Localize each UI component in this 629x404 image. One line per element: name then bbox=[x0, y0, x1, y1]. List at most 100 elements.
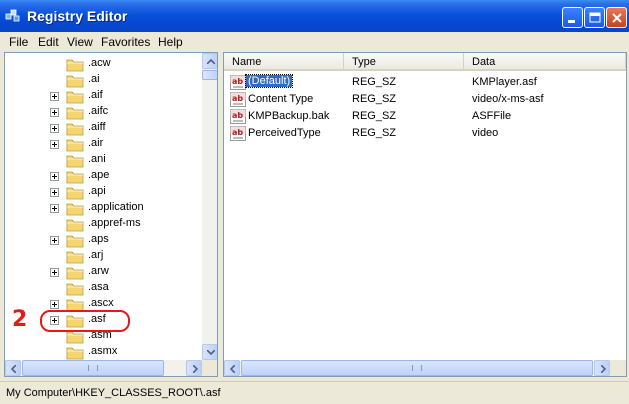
folder-icon bbox=[66, 185, 84, 200]
tree-item[interactable]: .ani bbox=[5, 152, 201, 168]
value-type: REG_SZ bbox=[352, 76, 397, 88]
tree-item[interactable]: .ai bbox=[5, 72, 201, 88]
list-horizontal-scrollbar[interactable] bbox=[224, 360, 610, 376]
svg-text:ab: ab bbox=[232, 111, 243, 120]
tree-item-label: .ascx bbox=[88, 297, 114, 309]
tree-item[interactable]: .appref-ms bbox=[5, 216, 201, 232]
folder-icon bbox=[66, 137, 84, 152]
tree-item-label: .arw bbox=[88, 265, 109, 277]
value-data: video bbox=[472, 127, 499, 139]
tree-item[interactable]: .aif bbox=[5, 88, 201, 104]
tree-item-label: .aif bbox=[88, 89, 103, 101]
folder-icon bbox=[66, 105, 84, 120]
minimize-button[interactable] bbox=[562, 7, 583, 28]
list-scroll-left-button[interactable] bbox=[224, 360, 240, 376]
tree-item[interactable]: .air bbox=[5, 136, 201, 152]
chevron-left-icon bbox=[11, 365, 16, 373]
tree-item-label: .ai bbox=[88, 73, 100, 85]
tree-item-label: .aiff bbox=[88, 121, 106, 133]
value-name: KMPBackup.bak bbox=[248, 110, 330, 122]
value-name: Content Type bbox=[248, 93, 314, 105]
status-path: My Computer\HKEY_CLASSES_ROOT\.asf bbox=[6, 387, 221, 399]
folder-icon bbox=[66, 121, 84, 136]
tree-item[interactable]: .application bbox=[5, 200, 201, 216]
expand-plus-icon[interactable] bbox=[50, 236, 59, 245]
maximize-button[interactable] bbox=[584, 7, 605, 28]
folder-icon bbox=[66, 345, 84, 360]
annotation-highlight-ring bbox=[40, 310, 130, 332]
tree-vertical-scroll-thumb[interactable] bbox=[202, 70, 217, 80]
tree-item-label: .appref-ms bbox=[88, 217, 141, 229]
chevron-left-icon bbox=[230, 365, 235, 373]
menu-bar: File Edit View Favorites Help bbox=[0, 32, 629, 51]
expand-plus-icon[interactable] bbox=[50, 188, 59, 197]
list-horizontal-scroll-thumb[interactable] bbox=[241, 360, 593, 376]
tree-item-label: .aifc bbox=[88, 105, 109, 117]
tree-item[interactable]: .asa bbox=[5, 280, 201, 296]
svg-text:ab: ab bbox=[232, 77, 243, 86]
table-row[interactable]: ab (Default) REG_SZ KMPlayer.asf bbox=[224, 74, 626, 91]
tree-vertical-scrollbar[interactable] bbox=[202, 53, 217, 360]
value-type: REG_SZ bbox=[352, 110, 397, 122]
table-row[interactable]: ab Content Type REG_SZ video/x-ms-asf bbox=[224, 91, 626, 108]
tree-item-label: .asa bbox=[88, 281, 109, 293]
tree-item-label: .ape bbox=[88, 169, 110, 181]
folder-icon bbox=[66, 153, 84, 168]
tree-item-label: .api bbox=[88, 185, 106, 197]
tree-item[interactable]: .ape bbox=[5, 168, 201, 184]
registry-values-list[interactable]: Name Type Data ab (Default) REG_SZ KMPlayer… bbox=[223, 52, 627, 377]
menu-favorites[interactable]: Favorites bbox=[101, 35, 150, 49]
tree-item[interactable]: .aiff bbox=[5, 120, 201, 136]
scrollbar-corner bbox=[202, 360, 217, 376]
column-header-type[interactable]: Type bbox=[344, 53, 464, 71]
expand-plus-icon[interactable] bbox=[50, 108, 59, 117]
expand-plus-icon[interactable] bbox=[50, 300, 59, 309]
expand-plus-icon[interactable] bbox=[50, 268, 59, 277]
tree-item-label: .ani bbox=[88, 153, 106, 165]
expand-plus-icon[interactable] bbox=[50, 140, 59, 149]
tree-item[interactable]: .arw bbox=[5, 264, 201, 280]
tree-item[interactable]: .asmx bbox=[5, 344, 201, 360]
value-data: KMPlayer.asf bbox=[472, 76, 537, 88]
tree-item[interactable]: .arj bbox=[5, 248, 201, 264]
value-type: REG_SZ bbox=[352, 127, 397, 139]
close-icon bbox=[612, 13, 622, 23]
list-scroll-right-button[interactable] bbox=[594, 360, 610, 376]
chevron-up-icon bbox=[207, 59, 215, 64]
scroll-up-button[interactable] bbox=[202, 53, 217, 69]
menu-file[interactable]: File bbox=[9, 35, 28, 49]
scroll-right-button[interactable] bbox=[186, 360, 202, 376]
tree-item-label: .aps bbox=[88, 233, 109, 245]
menu-help[interactable]: Help bbox=[158, 35, 183, 49]
scroll-down-button[interactable] bbox=[202, 344, 217, 360]
expand-plus-icon[interactable] bbox=[50, 124, 59, 133]
maximize-icon bbox=[589, 12, 601, 23]
expand-plus-icon[interactable] bbox=[50, 92, 59, 101]
menu-view[interactable]: View bbox=[67, 35, 93, 49]
column-header-data[interactable]: Data bbox=[464, 53, 626, 71]
string-value-icon: ab bbox=[230, 109, 246, 124]
folder-icon bbox=[66, 201, 84, 216]
tree-horizontal-scrollbar[interactable] bbox=[5, 360, 202, 376]
tree-item[interactable]: .aifc bbox=[5, 104, 201, 120]
table-row[interactable]: ab KMPBackup.bak REG_SZ ASFFile bbox=[224, 108, 626, 125]
close-button[interactable] bbox=[606, 7, 627, 28]
column-header-name[interactable]: Name bbox=[224, 53, 344, 71]
folder-icon bbox=[66, 89, 84, 104]
tree-horizontal-scroll-thumb[interactable] bbox=[22, 360, 164, 376]
tree-item[interactable]: .api bbox=[5, 184, 201, 200]
value-data: video/x-ms-asf bbox=[472, 93, 544, 105]
status-bar: My Computer\HKEY_CLASSES_ROOT\.asf bbox=[0, 381, 629, 404]
tree-item[interactable]: .acw bbox=[5, 56, 201, 72]
chevron-right-icon bbox=[193, 365, 198, 373]
list-scrollbar-corner bbox=[610, 360, 626, 376]
expand-plus-icon[interactable] bbox=[50, 172, 59, 181]
folder-icon bbox=[66, 73, 84, 88]
tree-item[interactable]: .aps bbox=[5, 232, 201, 248]
table-row[interactable]: ab PerceivedType REG_SZ video bbox=[224, 125, 626, 142]
title-bar[interactable]: Registry Editor bbox=[0, 0, 629, 32]
chevron-down-icon bbox=[207, 350, 215, 355]
menu-edit[interactable]: Edit bbox=[38, 35, 59, 49]
expand-plus-icon[interactable] bbox=[50, 204, 59, 213]
scroll-left-button[interactable] bbox=[5, 360, 21, 376]
